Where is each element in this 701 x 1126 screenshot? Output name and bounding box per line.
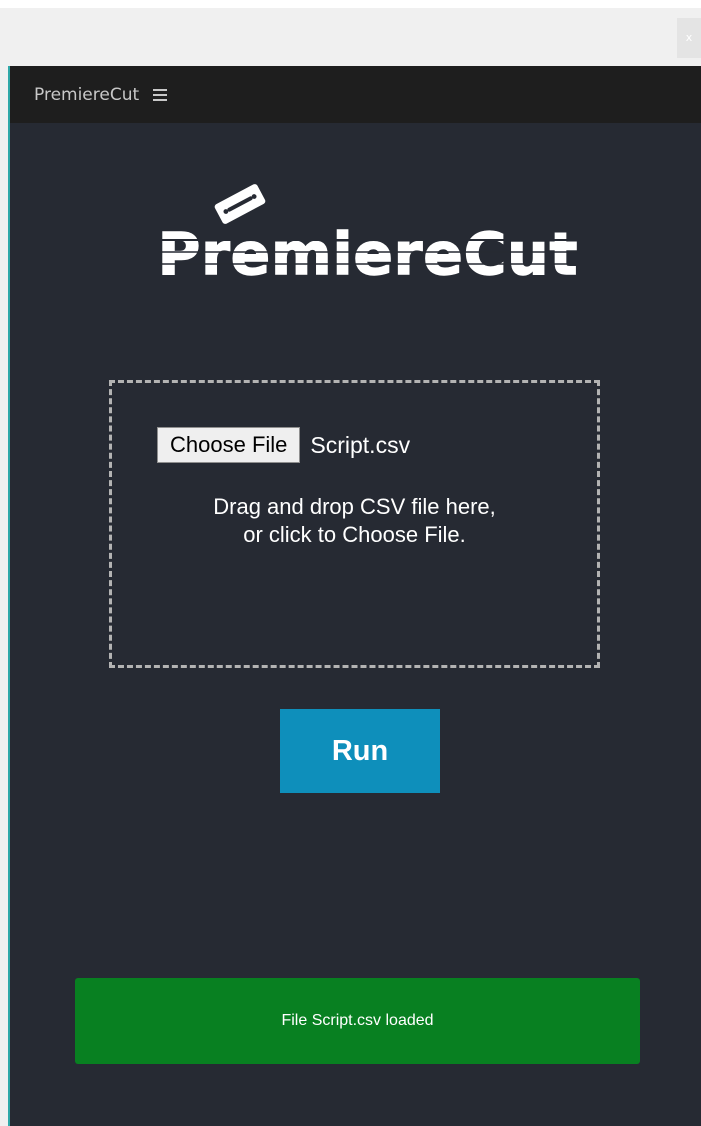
instruction-line-2: or click to Choose File. (243, 522, 466, 547)
instruction-line-1: Drag and drop CSV file here, (213, 494, 496, 519)
extension-panel: PremiereCut PremiereCut Choose File Scri… (8, 66, 701, 1126)
choose-file-button[interactable]: Choose File (157, 427, 301, 463)
hamburger-menu-icon[interactable] (153, 88, 168, 101)
dropzone-instructions: Drag and drop CSV file here, or click to… (112, 493, 597, 549)
premierecut-logo: PremiereCut (157, 184, 579, 288)
status-text: File Script.csv loaded (281, 1012, 434, 1029)
file-input[interactable]: Choose File Script.csv (157, 427, 410, 463)
panel-header: PremiereCut (10, 66, 701, 123)
run-button[interactable]: Run (280, 709, 440, 793)
selected-file-name: Script.csv (310, 431, 411, 458)
csv-dropzone[interactable]: Choose File Script.csv Drag and drop CSV… (109, 380, 600, 668)
window-titlebar: x (0, 0, 701, 66)
razor-blade-icon (214, 184, 266, 224)
logo-text: PremiereCut (158, 220, 579, 288)
window-top-edge (0, 0, 701, 8)
status-message: File Script.csv loaded (75, 978, 640, 1064)
panel-title: PremiereCut (34, 84, 140, 105)
window-close-button[interactable]: x (677, 18, 701, 58)
